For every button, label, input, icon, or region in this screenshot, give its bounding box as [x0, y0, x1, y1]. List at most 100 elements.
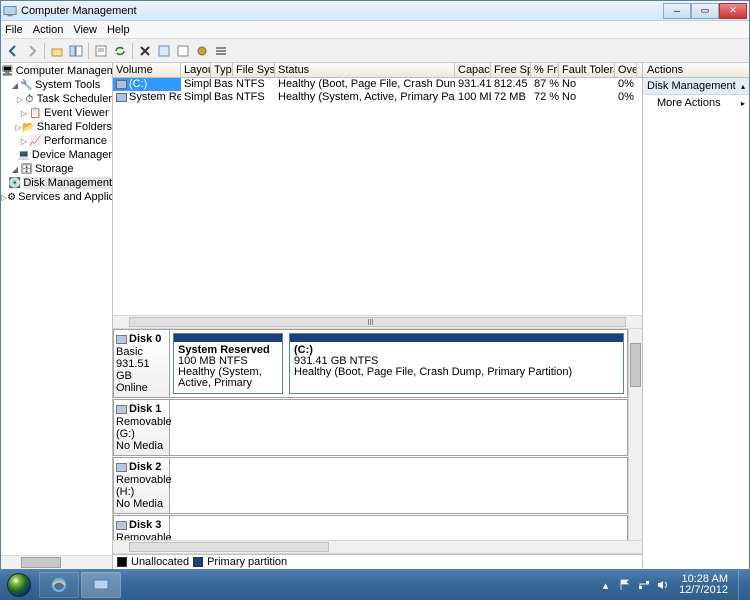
titlebar[interactable]: Computer Management ─ ▭ ✕ [1, 1, 749, 21]
tree-toggle-icon[interactable]: ▷ [19, 136, 29, 146]
tree-toggle-icon[interactable]: ▷ [16, 94, 24, 104]
col-capacity[interactable]: Capacity [455, 63, 491, 77]
disk-empty-area[interactable] [173, 403, 624, 452]
tree-item[interactable]: ▷⏱Task Scheduler [1, 92, 112, 106]
forward-button[interactable] [23, 42, 41, 60]
tree-item[interactable]: ▷⚙Services and Applications [1, 190, 112, 204]
volume-row[interactable]: (C:)SimpleBasicNTFSHealthy (Boot, Page F… [113, 78, 642, 91]
menubar: File Action View Help [1, 21, 749, 39]
col-status[interactable]: Status [275, 63, 455, 77]
col-overhead[interactable]: Overh [615, 63, 637, 77]
legend: Unallocated Primary partition [113, 554, 642, 569]
properties-button[interactable] [92, 42, 110, 60]
volume-list-header[interactable]: Volume Layout Type File System Status Ca… [113, 63, 642, 78]
tree-node-icon: 📋 [29, 107, 42, 120]
submenu-icon: ▸ [741, 99, 745, 108]
tree-item[interactable]: ◢🗄Storage [1, 162, 112, 176]
disk-icon [116, 463, 127, 472]
disk-icon [116, 335, 127, 344]
action-button[interactable] [174, 42, 192, 60]
disk-graphical-view: Disk 0Basic931.51 GBOnlineSystem Reserve… [113, 329, 642, 540]
show-desktop-button[interactable] [738, 570, 746, 600]
up-button[interactable] [48, 42, 66, 60]
minimize-button[interactable]: ─ [663, 3, 691, 19]
disk-row[interactable]: Disk 3Removable (I:)No Media [113, 515, 628, 540]
legend-unallocated-swatch [117, 557, 127, 567]
partition[interactable]: (C:)931.41 GB NTFSHealthy (Boot, Page Fi… [289, 333, 624, 394]
tree-item[interactable]: ▷📈Performance [1, 134, 112, 148]
disk-row[interactable]: Disk 0Basic931.51 GBOnlineSystem Reserve… [113, 329, 628, 398]
col-free[interactable]: Free Space [491, 63, 531, 77]
tree-node-icon: 📈 [29, 135, 42, 148]
disk-empty-area[interactable] [173, 519, 624, 540]
col-fs[interactable]: File System [233, 63, 275, 77]
more-actions[interactable]: More Actions ▸ [643, 95, 749, 111]
tree-toggle-icon[interactable]: ▷ [15, 122, 23, 132]
flag-icon[interactable] [618, 579, 631, 592]
tree-toggle-icon[interactable]: ◢ [10, 80, 20, 90]
menu-file[interactable]: File [5, 24, 23, 36]
tree-root[interactable]: 🖥 Computer Management (Local [1, 64, 112, 78]
tree-node-icon: 💻 [17, 149, 29, 162]
volume-row[interactable]: System ReservedSimpleBasicNTFSHealthy (S… [113, 91, 642, 104]
close-button[interactable]: ✕ [719, 3, 747, 19]
tree-node-icon: ⚙ [7, 191, 16, 204]
system-tray[interactable]: ▴ 10:28 AM 12/7/2012 [595, 570, 750, 600]
actions-pane: Actions Disk Management ▴ More Actions ▸ [643, 63, 749, 569]
computer-management-window: Computer Management ─ ▭ ✕ File Action Vi… [0, 0, 750, 570]
tree-item[interactable]: ▷📋Event Viewer [1, 106, 112, 120]
actions-category[interactable]: Disk Management ▴ [643, 78, 749, 95]
tree-toggle-icon[interactable]: ◢ [10, 164, 20, 174]
actions-header: Actions [643, 63, 749, 78]
graph-vscrollbar[interactable] [628, 329, 642, 540]
tree-item[interactable]: 💻Device Manager [1, 148, 112, 162]
taskbar-ie[interactable] [39, 572, 79, 598]
col-pfree[interactable]: % Free [531, 63, 559, 77]
refresh-button[interactable] [111, 42, 129, 60]
col-volume[interactable]: Volume [113, 63, 181, 77]
tree-scrollbar[interactable] [1, 555, 112, 569]
clock[interactable]: 10:28 AM 12/7/2012 [675, 574, 732, 596]
graph-hscrollbar[interactable] [113, 540, 642, 554]
tree-item[interactable]: 💽Disk Management [1, 176, 112, 190]
tree-node-icon: ⏱ [24, 93, 35, 106]
col-fault[interactable]: Fault Tolerance [559, 63, 615, 77]
col-layout[interactable]: Layout [181, 63, 211, 77]
menu-view[interactable]: View [73, 24, 97, 36]
help-button[interactable] [155, 42, 173, 60]
disk-icon [116, 405, 127, 414]
app-icon [3, 4, 17, 18]
delete-button[interactable] [136, 42, 154, 60]
disk-icon [116, 521, 127, 530]
maximize-button[interactable]: ▭ [691, 3, 719, 19]
col-type[interactable]: Type [211, 63, 233, 77]
disk-empty-area[interactable] [173, 461, 624, 510]
taskbar[interactable]: ▴ 10:28 AM 12/7/2012 [0, 570, 750, 600]
legend-primary-swatch [193, 557, 203, 567]
show-hide-button[interactable] [67, 42, 85, 60]
back-button[interactable] [4, 42, 22, 60]
nav-tree[interactable]: 🖥 Computer Management (Local ◢🔧System To… [1, 63, 113, 569]
volume-list-area[interactable] [113, 104, 642, 315]
start-button[interactable] [0, 570, 38, 600]
legend-primary: Primary partition [207, 556, 287, 568]
network-icon[interactable] [637, 579, 650, 592]
tree-item[interactable]: ▷📂Shared Folders [1, 120, 112, 134]
volume-hscrollbar[interactable] [113, 315, 642, 329]
partition[interactable]: System Reserved100 MB NTFSHealthy (Syste… [173, 333, 283, 394]
volume-icon[interactable] [656, 579, 669, 592]
volume-icon [116, 80, 127, 89]
menu-help[interactable]: Help [107, 24, 130, 36]
tree-item[interactable]: ◢🔧System Tools [1, 78, 112, 92]
taskbar-computer-management[interactable] [81, 572, 121, 598]
windows-orb-icon [7, 573, 31, 597]
disk-row[interactable]: Disk 2Removable (H:)No Media [113, 457, 628, 514]
list-button[interactable] [212, 42, 230, 60]
window-title: Computer Management [21, 5, 663, 17]
menu-action[interactable]: Action [33, 24, 64, 36]
computer-icon: 🖥 [1, 65, 14, 78]
show-hidden-icon[interactable]: ▴ [599, 579, 612, 592]
settings-icon[interactable] [193, 42, 211, 60]
tree-toggle-icon[interactable]: ▷ [19, 108, 29, 118]
disk-row[interactable]: Disk 1Removable (G:)No Media [113, 399, 628, 456]
